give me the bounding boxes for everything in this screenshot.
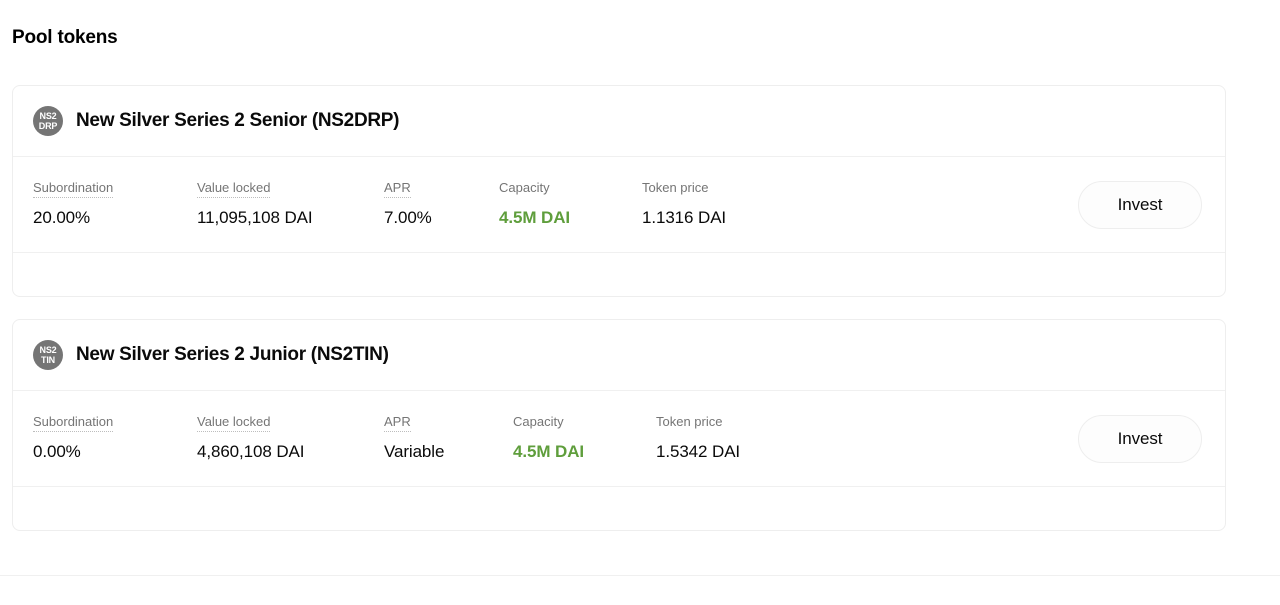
metric-label-value-locked[interactable]: Value locked bbox=[197, 414, 270, 432]
metric-label-subordination[interactable]: Subordination bbox=[33, 180, 113, 198]
metric-value-token-price: 1.1316 DAI bbox=[642, 207, 726, 228]
metric-value-capacity: 4.5M DAI bbox=[513, 441, 584, 462]
metric-token-price: Token price 1.5342 DAI bbox=[656, 413, 740, 462]
page-divider bbox=[0, 575, 1280, 576]
metric-capacity: Capacity 4.5M DAI bbox=[499, 179, 570, 228]
card-header: NS2 DRP New Silver Series 2 Senior (NS2D… bbox=[13, 86, 1225, 157]
metric-value-value-locked: 11,095,108 DAI bbox=[197, 207, 312, 228]
metric-value-subordination: 0.00% bbox=[33, 441, 113, 462]
card-footer bbox=[13, 253, 1225, 296]
card-title: New Silver Series 2 Junior (NS2TIN) bbox=[76, 344, 389, 366]
card-header: NS2 TIN New Silver Series 2 Junior (NS2T… bbox=[13, 320, 1225, 391]
metric-apr: APR 7.00% bbox=[384, 179, 432, 228]
metric-apr: APR Variable bbox=[384, 413, 444, 462]
metric-subordination: Subordination 0.00% bbox=[33, 413, 113, 462]
metric-value-locked: Value locked 4,860,108 DAI bbox=[197, 413, 304, 462]
metric-value-apr: Variable bbox=[384, 441, 444, 462]
invest-button[interactable]: Invest bbox=[1078, 415, 1202, 463]
metric-label-subordination[interactable]: Subordination bbox=[33, 414, 113, 432]
token-icon-line-2: DRP bbox=[39, 122, 57, 131]
metric-label-value-locked[interactable]: Value locked bbox=[197, 180, 270, 198]
card-footer bbox=[13, 487, 1225, 530]
card-metrics-row: Subordination 0.00% Value locked 4,860,1… bbox=[13, 391, 1225, 487]
metric-value-capacity: 4.5M DAI bbox=[499, 207, 570, 228]
metric-value-subordination: 20.00% bbox=[33, 207, 113, 228]
metric-capacity: Capacity 4.5M DAI bbox=[513, 413, 584, 462]
metric-label-apr[interactable]: APR bbox=[384, 414, 411, 432]
page-title: Pool tokens bbox=[12, 26, 117, 50]
metric-value-token-price: 1.5342 DAI bbox=[656, 441, 740, 462]
metric-label-capacity: Capacity bbox=[513, 414, 564, 432]
card-title: New Silver Series 2 Senior (NS2DRP) bbox=[76, 110, 399, 132]
invest-button[interactable]: Invest bbox=[1078, 181, 1202, 229]
ns2tin-token-icon: NS2 TIN bbox=[33, 340, 63, 370]
metric-label-token-price: Token price bbox=[656, 414, 722, 432]
metric-token-price: Token price 1.1316 DAI bbox=[642, 179, 726, 228]
metric-label-token-price: Token price bbox=[642, 180, 708, 198]
ns2drp-token-icon: NS2 DRP bbox=[33, 106, 63, 136]
metric-value-value-locked: 4,860,108 DAI bbox=[197, 441, 304, 462]
metric-label-apr[interactable]: APR bbox=[384, 180, 411, 198]
card-metrics-row: Subordination 20.00% Value locked 11,095… bbox=[13, 157, 1225, 253]
metric-value-locked: Value locked 11,095,108 DAI bbox=[197, 179, 312, 228]
metric-subordination: Subordination 20.00% bbox=[33, 179, 113, 228]
metric-label-capacity: Capacity bbox=[499, 180, 550, 198]
token-icon-line-2: TIN bbox=[41, 356, 55, 365]
token-icon-line-1: NS2 bbox=[40, 112, 57, 121]
token-icon-line-1: NS2 bbox=[40, 346, 57, 355]
pool-token-card-senior: NS2 DRP New Silver Series 2 Senior (NS2D… bbox=[12, 85, 1226, 297]
metric-value-apr: 7.00% bbox=[384, 207, 432, 228]
pool-token-card-junior: NS2 TIN New Silver Series 2 Junior (NS2T… bbox=[12, 319, 1226, 531]
pool-tokens-page: Pool tokens NS2 DRP New Silver Series 2 … bbox=[0, 0, 1280, 605]
